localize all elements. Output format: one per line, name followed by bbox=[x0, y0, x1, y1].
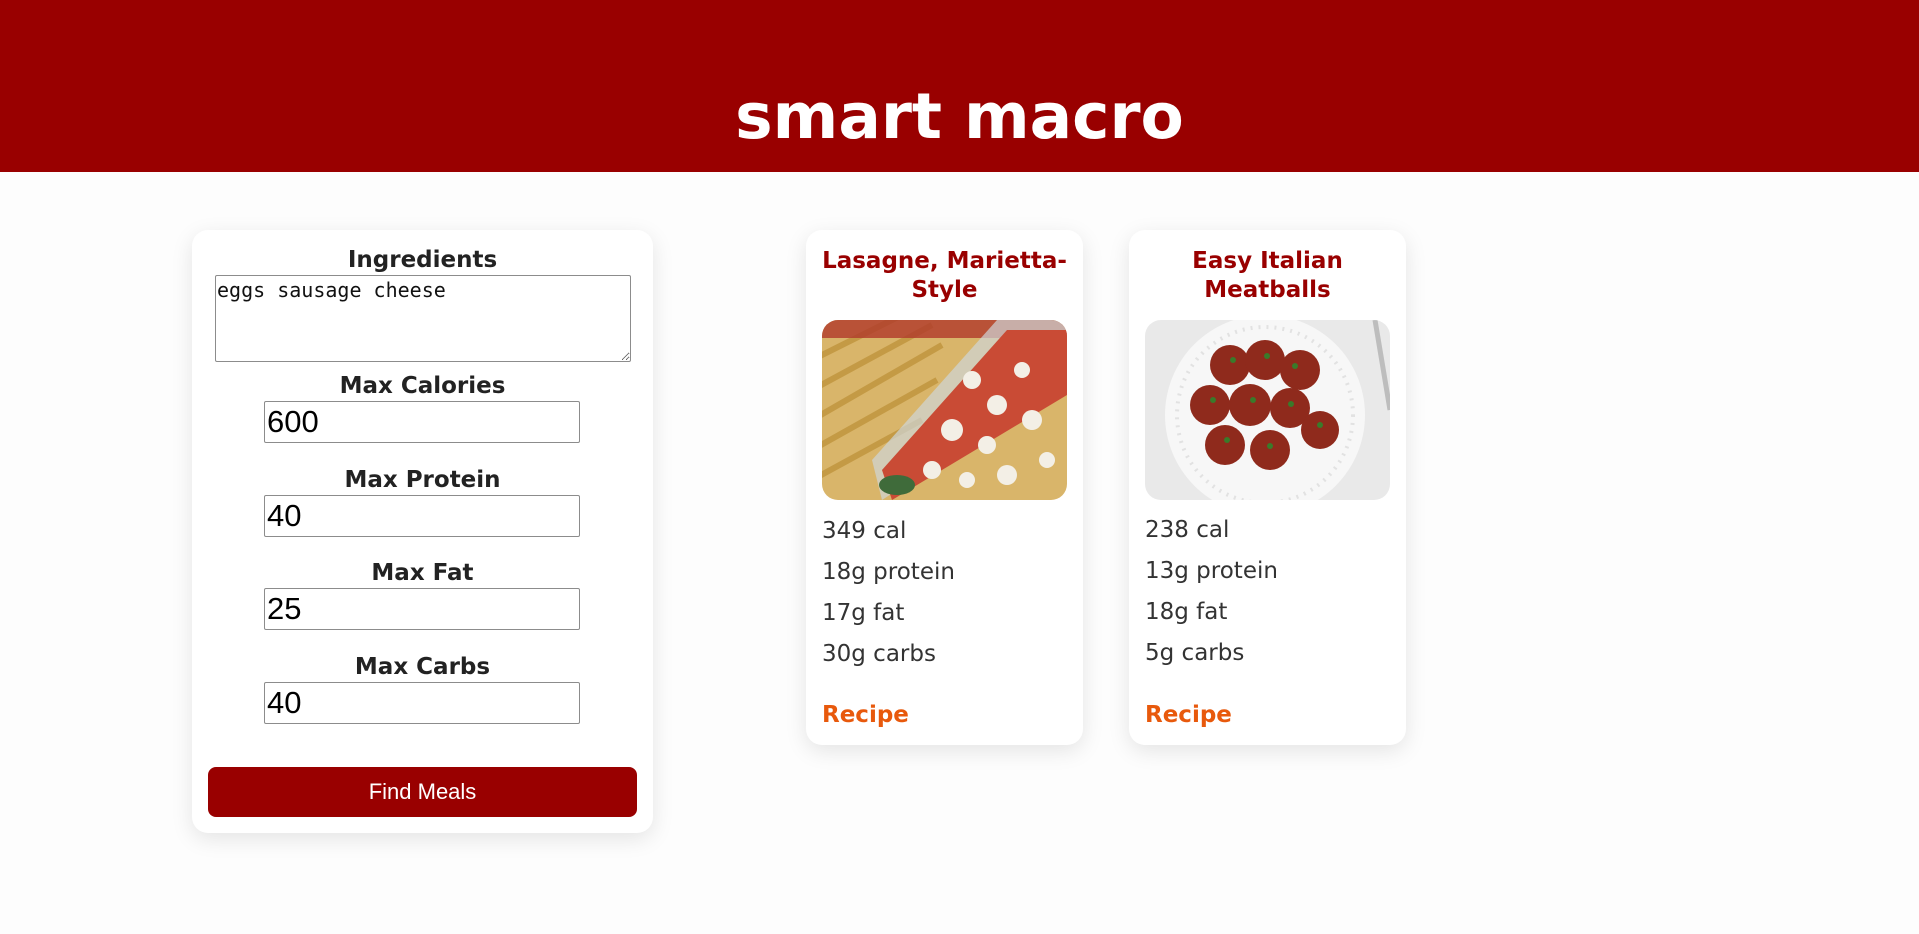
max-fat-input[interactable] bbox=[264, 588, 580, 630]
ingredients-label: Ingredients bbox=[347, 247, 498, 273]
meal-card: Lasagne, Marietta-Style 349 cal 18g prot… bbox=[806, 230, 1083, 745]
fat-text: 17g fat bbox=[822, 600, 905, 626]
max-calories-input[interactable] bbox=[264, 401, 580, 443]
max-protein-label: Max Protein bbox=[344, 467, 501, 493]
max-carbs-label: Max Carbs bbox=[354, 654, 491, 680]
find-meals-button[interactable]: Find Meals bbox=[208, 767, 637, 817]
calories-text: 349 cal bbox=[822, 518, 907, 544]
recipe-link[interactable]: Recipe bbox=[822, 701, 909, 729]
ingredients-input[interactable]: eggs sausage cheese bbox=[215, 275, 631, 362]
app-title: smart macro bbox=[735, 80, 1184, 153]
max-calories-label: Max Calories bbox=[339, 373, 506, 399]
meal-card: Easy Italian Meatballs 238 cal 13g prote… bbox=[1129, 230, 1406, 745]
meal-title: Easy Italian Meatballs bbox=[1192, 248, 1343, 303]
max-carbs-input[interactable] bbox=[264, 682, 580, 724]
protein-text: 13g protein bbox=[1145, 558, 1278, 584]
app-header: smart macro bbox=[0, 0, 1919, 172]
search-form: Ingredients eggs sausage cheese Max Calo… bbox=[192, 230, 653, 833]
max-protein-input[interactable] bbox=[264, 495, 580, 537]
carbs-text: 5g carbs bbox=[1145, 640, 1245, 666]
meal-title: Lasagne, Marietta-Style bbox=[822, 248, 1067, 303]
max-fat-label: Max Fat bbox=[371, 560, 474, 586]
recipe-link[interactable]: Recipe bbox=[1145, 701, 1232, 729]
meatballs-photo-icon bbox=[1145, 320, 1390, 500]
fat-text: 18g fat bbox=[1145, 599, 1228, 625]
calories-text: 238 cal bbox=[1145, 517, 1230, 543]
lasagna-photo-icon bbox=[822, 320, 1067, 500]
protein-text: 18g protein bbox=[822, 559, 955, 585]
carbs-text: 30g carbs bbox=[822, 641, 936, 667]
